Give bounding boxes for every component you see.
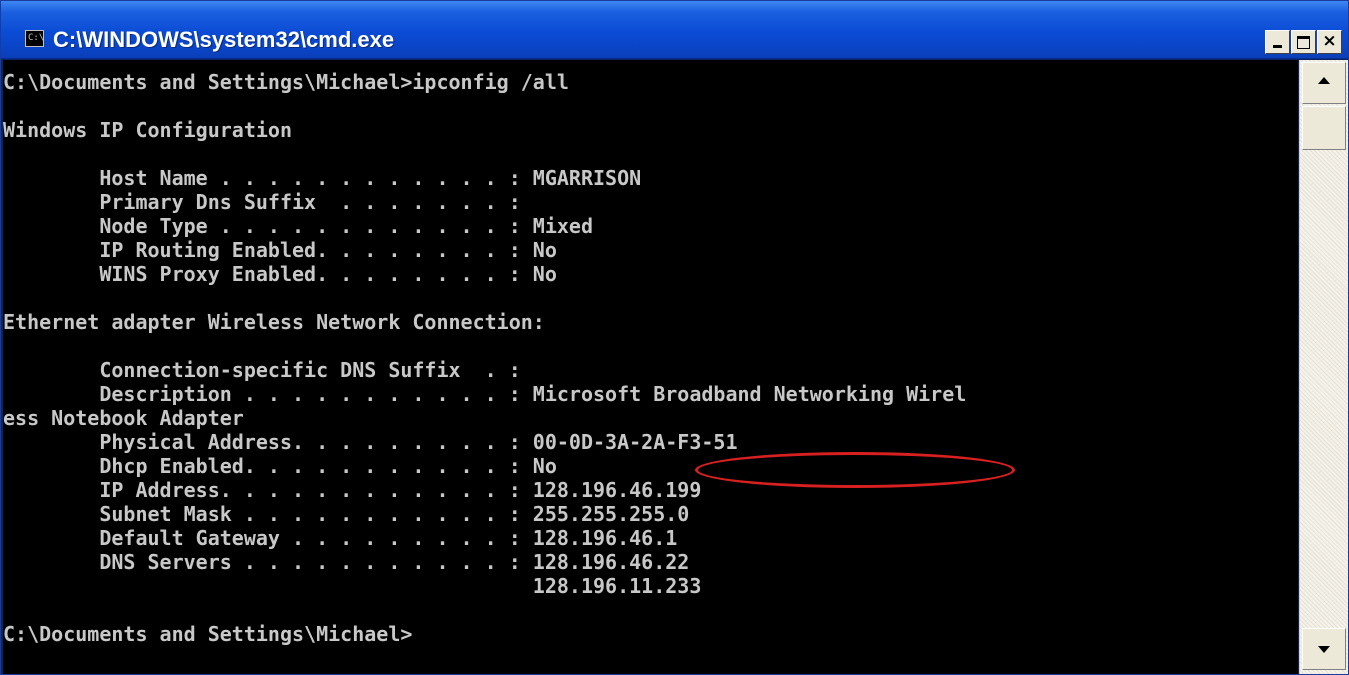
console-line: C:\Documents and Settings\Michael> [3, 622, 413, 646]
scroll-down-button[interactable] [1302, 628, 1346, 670]
console-line: Subnet Mask . . . . . . . . . . . : 255.… [3, 502, 690, 526]
physical-address-highlight-circle [695, 452, 1015, 488]
console-output[interactable]: C:\Documents and Settings\Michael>ipconf… [3, 60, 1298, 674]
console-line: Connection-specific DNS Suffix . : [3, 358, 521, 382]
minimize-button[interactable] [1265, 30, 1290, 54]
console-line: Windows IP Configuration [3, 118, 292, 142]
close-icon: × [1322, 31, 1337, 51]
close-button[interactable]: × [1317, 30, 1342, 54]
vertical-scrollbar[interactable] [1299, 60, 1348, 674]
console-line: IP Routing Enabled. . . . . . . . : No [3, 238, 557, 262]
console-line: Dhcp Enabled. . . . . . . . . . . : No [3, 454, 557, 478]
console-text: C:\Documents and Settings\Michael>ipconf… [3, 60, 1298, 646]
cmd-window: C:\ C:\WINDOWS\system32\cmd.exe × C:\Doc… [0, 0, 1349, 675]
console-line: C:\Documents and Settings\Michael>ipconf… [3, 70, 569, 94]
minimize-icon [1273, 45, 1282, 48]
console-line: ess Notebook Adapter [3, 406, 244, 430]
console-line: Host Name . . . . . . . . . . . . : MGAR… [3, 166, 642, 190]
arrow-up-icon [1318, 77, 1330, 84]
window-title: C:\WINDOWS\system32\cmd.exe [53, 27, 395, 52]
console-line: IP Address. . . . . . . . . . . . : 128.… [3, 478, 702, 502]
scroll-up-button[interactable] [1302, 62, 1346, 104]
title-bar[interactable]: C:\ C:\WINDOWS\system32\cmd.exe × [1, 1, 1348, 59]
console-line: Default Gateway . . . . . . . . . : 128.… [3, 526, 678, 550]
cmd-icon[interactable]: C:\ [25, 30, 44, 47]
console-line: Physical Address. . . . . . . . . : 00-0… [3, 430, 738, 454]
console-line: DNS Servers . . . . . . . . . . . : 128.… [3, 550, 690, 574]
maximize-icon [1297, 36, 1310, 49]
console-line: Node Type . . . . . . . . . . . . : Mixe… [3, 214, 594, 238]
arrow-down-icon [1318, 646, 1330, 653]
maximize-button[interactable] [1291, 30, 1316, 54]
console-line: Ethernet adapter Wireless Network Connec… [3, 310, 545, 334]
console-line: Primary Dns Suffix . . . . . . . : [3, 190, 521, 214]
scroll-thumb[interactable] [1302, 106, 1346, 150]
console-line: Description . . . . . . . . . . . : Micr… [3, 382, 967, 406]
console-line: 128.196.11.233 [3, 574, 702, 598]
console-line: WINS Proxy Enabled. . . . . . . . : No [3, 262, 557, 286]
